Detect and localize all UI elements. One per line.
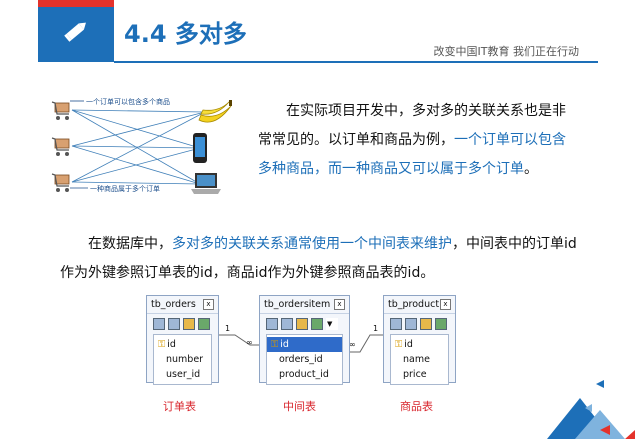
link-icon[interactable]: [435, 318, 447, 330]
field-row[interactable]: price: [391, 367, 448, 382]
table-tb-product[interactable]: tb_product x ⚿ id name price: [383, 295, 456, 385]
table-toolbar: ▼: [260, 314, 349, 334]
link-icon[interactable]: [198, 318, 210, 330]
table-name: tb_product: [388, 299, 440, 310]
field-row[interactable]: product_id: [267, 367, 342, 382]
rel-one-right: 1: [373, 324, 379, 333]
caption-orders-table: 订单表: [163, 400, 196, 413]
caption-product-table: 商品表: [400, 400, 433, 413]
key-icon[interactable]: [420, 318, 432, 330]
table-name: tb_ordersitem: [264, 299, 331, 310]
caption-middle-table: 中间表: [283, 400, 316, 413]
field-row[interactable]: number: [154, 352, 211, 367]
key-icon: ⚿: [271, 339, 279, 350]
grid-icon[interactable]: [405, 318, 417, 330]
field-row[interactable]: user_id: [154, 367, 211, 382]
table-toolbar: [147, 314, 218, 334]
key-icon[interactable]: [296, 318, 308, 330]
field-list: ⚿ id name price: [390, 334, 449, 385]
table-tb-orders[interactable]: tb_orders x ⚿ id number user_id: [146, 295, 219, 385]
key-icon[interactable]: [183, 318, 195, 330]
chevron-down-icon[interactable]: ▼: [326, 318, 338, 330]
field-row[interactable]: name: [391, 352, 448, 367]
link-icon[interactable]: [311, 318, 323, 330]
rel-many-right: ∞: [349, 340, 356, 349]
field-row-selected[interactable]: ⚿ id: [267, 337, 342, 352]
table-tb-ordersitem[interactable]: tb_ordersitem x ▼ ⚿ id orders_id product_…: [259, 295, 350, 385]
table-name: tb_orders: [151, 299, 196, 310]
key-icon: ⚿: [395, 339, 403, 350]
grid-icon[interactable]: [390, 318, 402, 330]
grid-icon[interactable]: [168, 318, 180, 330]
key-icon: ⚿: [158, 339, 166, 350]
field-row[interactable]: ⚿ id: [154, 337, 211, 352]
rel-one-left: 1: [225, 324, 231, 333]
close-icon[interactable]: x: [334, 299, 345, 310]
close-icon[interactable]: x: [440, 299, 451, 310]
rel-many-left: ∞: [246, 338, 253, 347]
grid-icon[interactable]: [266, 318, 278, 330]
table-toolbar: [384, 314, 455, 334]
field-list: ⚿ id number user_id: [153, 334, 212, 385]
close-icon[interactable]: x: [203, 299, 214, 310]
field-row[interactable]: orders_id: [267, 352, 342, 367]
field-list: ⚿ id orders_id product_id: [266, 334, 343, 385]
field-row[interactable]: ⚿ id: [391, 337, 448, 352]
grid-icon[interactable]: [153, 318, 165, 330]
grid-icon[interactable]: [281, 318, 293, 330]
